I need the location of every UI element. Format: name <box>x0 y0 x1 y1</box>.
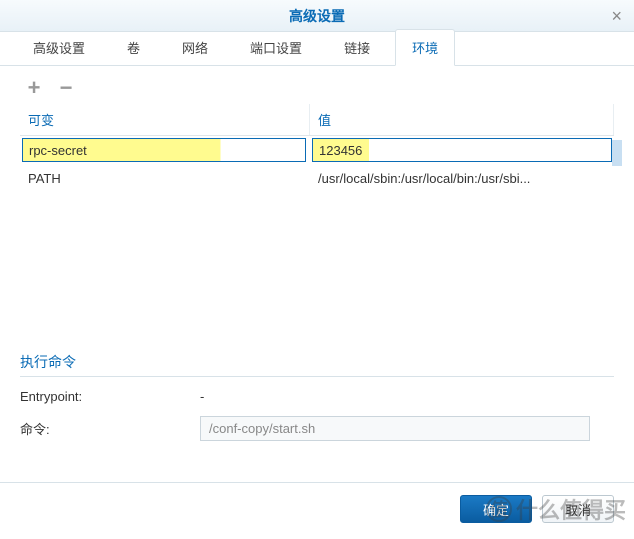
entrypoint-label: Entrypoint: <box>20 389 200 404</box>
command-row: 命令: <box>0 410 634 447</box>
exec-section-title: 执行命令 <box>20 352 614 377</box>
entrypoint-value: - <box>200 389 204 404</box>
tab-port[interactable]: 端口设置 <box>233 29 319 66</box>
header-variable[interactable]: 可变 <box>20 104 310 135</box>
env-table: 可变 值 PATH /usr/local/sbin:/usr/local/bin… <box>0 104 634 192</box>
add-icon[interactable]: + <box>24 78 44 98</box>
table-row[interactable] <box>20 136 614 164</box>
env-variable-input[interactable] <box>22 138 306 162</box>
tab-volume[interactable]: 卷 <box>110 29 157 66</box>
ok-button[interactable]: 确定 <box>460 495 532 523</box>
tab-environment[interactable]: 环境 <box>395 29 455 66</box>
dialog-header: 高级设置 × <box>0 0 634 32</box>
table-header-row: 可变 值 <box>20 104 614 136</box>
remove-icon[interactable]: − <box>56 78 76 98</box>
env-toolbar: + − <box>0 66 634 104</box>
tab-advanced[interactable]: 高级设置 <box>16 29 102 66</box>
table-row[interactable]: PATH /usr/local/sbin:/usr/local/bin:/usr… <box>20 164 614 192</box>
entrypoint-row: Entrypoint: - <box>0 383 634 410</box>
env-value-input[interactable] <box>312 138 612 162</box>
tab-network[interactable]: 网络 <box>165 29 225 66</box>
env-variable-cell: PATH <box>20 166 310 191</box>
env-value-cell: /usr/local/sbin:/usr/local/bin:/usr/sbi.… <box>310 166 590 191</box>
dialog-footer: 确定 取消 <box>0 482 634 523</box>
cancel-button[interactable]: 取消 <box>542 495 614 523</box>
tab-bar: 高级设置 卷 网络 端口设置 链接 环境 <box>0 32 634 66</box>
dialog-title: 高级设置 <box>289 8 345 24</box>
command-input[interactable] <box>200 416 590 441</box>
selection-indicator <box>612 140 622 166</box>
tab-links[interactable]: 链接 <box>327 29 387 66</box>
command-label: 命令: <box>20 419 200 438</box>
header-value[interactable]: 值 <box>310 104 614 135</box>
close-icon[interactable]: × <box>611 6 622 26</box>
